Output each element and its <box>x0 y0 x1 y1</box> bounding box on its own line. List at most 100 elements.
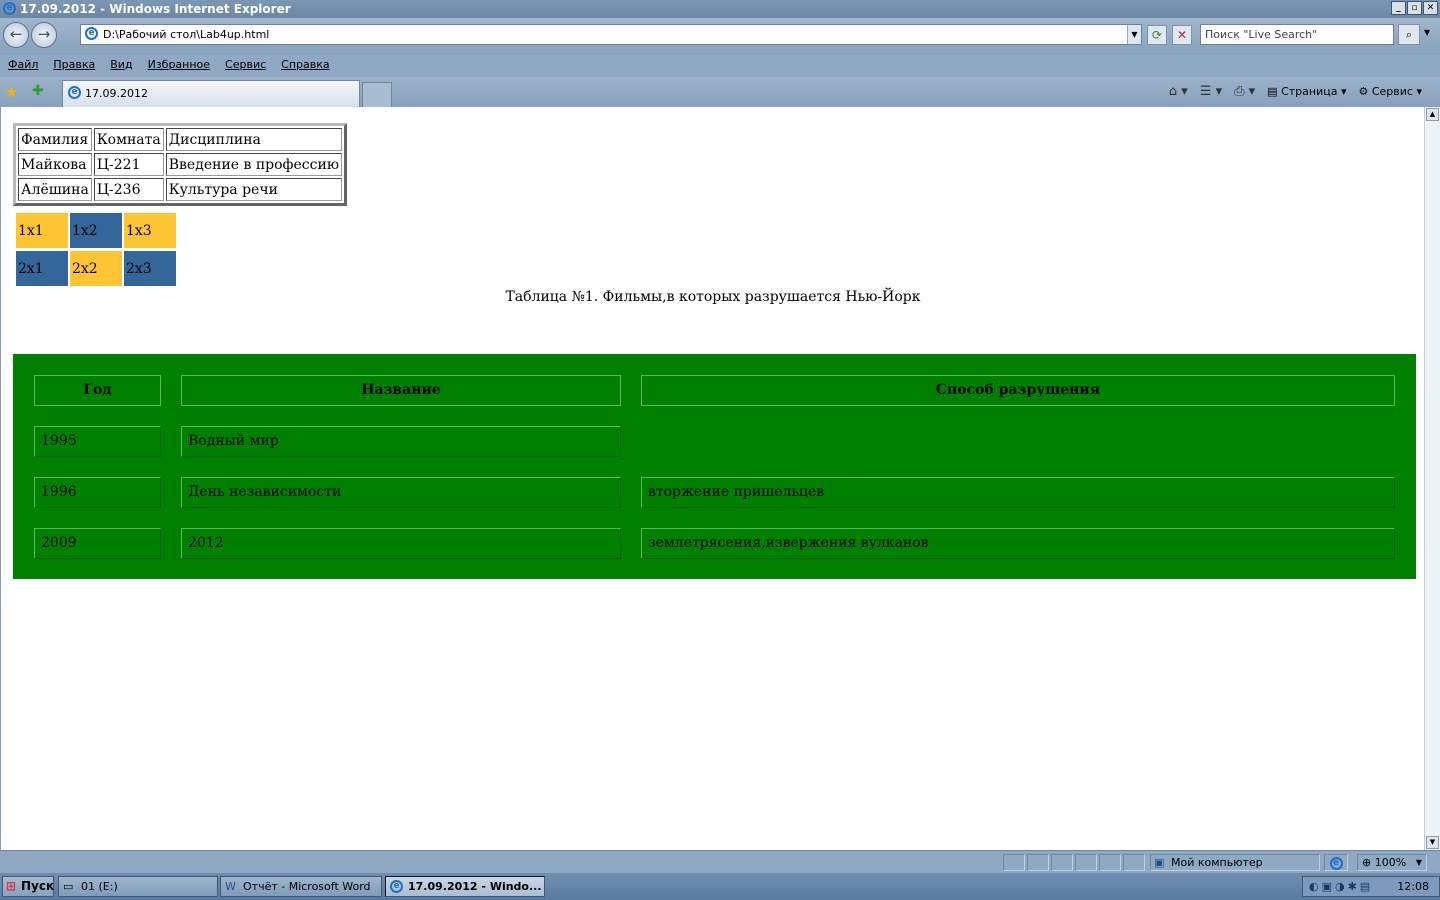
films-header-year: Год <box>34 375 161 406</box>
minimize-button[interactable]: _ <box>1391 1 1406 15</box>
forward-arrow-icon: → <box>37 25 51 43</box>
favorites-star-icon[interactable]: ★ <box>5 83 18 101</box>
page-content: Фамилия Комната Дисциплина Майкова Ц-221… <box>0 107 1424 850</box>
gear-icon: ⚙ <box>1358 85 1372 98</box>
films-cell-year: 1996 <box>34 477 161 508</box>
table-cell: Майкова <box>18 153 92 176</box>
tab-current[interactable]: e 17.09.2012 <box>62 80 360 107</box>
films-cell-title: Водный мир <box>181 426 621 457</box>
films-cell-year: 1995 <box>34 426 161 457</box>
close-button[interactable]: ✕ <box>1423 1 1438 15</box>
table-cell: Ц-221 <box>93 153 164 176</box>
ie-icon: e <box>390 880 403 893</box>
grid-row: 2x1 2x2 2x3 <box>16 251 176 286</box>
new-tab-button[interactable] <box>362 82 392 107</box>
table-row: Фамилия Комната Дисциплина <box>18 128 343 151</box>
taskbar-item-ie[interactable]: e 17.09.2012 - Windo... <box>385 876 545 897</box>
tools-menu-label: Сервис <box>1371 85 1413 98</box>
window-title-bar[interactable]: e 17.09.2012 - Windows Internet Explorer… <box>0 0 1440 18</box>
table-cell: Комната <box>93 128 164 151</box>
films-header-method: Способ разрушения <box>641 375 1395 406</box>
grid-cell: 2x3 <box>124 251 176 286</box>
status-cell <box>1003 854 1025 871</box>
back-button[interactable]: ← <box>3 22 29 48</box>
table-cell: Дисциплина <box>165 128 343 151</box>
grid-cell: 1x3 <box>124 213 176 248</box>
films-cell-method: вторжение пришельцев <box>641 477 1395 508</box>
scroll-up-button[interactable]: ▲ <box>1426 108 1439 121</box>
forward-button[interactable]: → <box>31 22 57 48</box>
menu-view[interactable]: Вид <box>110 55 132 77</box>
address-input[interactable]: e D:\Рабочий стол\Lab4up.html ▼ <box>80 24 1142 45</box>
color-grid: 1x1 1x2 1x3 2x1 2x2 2x3 <box>14 210 178 289</box>
taskbar-item-drive[interactable]: ▭ 01 (E:) <box>58 876 218 897</box>
films-cell-year: 2009 <box>34 528 161 559</box>
films-cell-title: 2012 <box>181 528 621 559</box>
add-favorites-icon[interactable]: ✚ <box>32 83 44 99</box>
search-options-icon[interactable]: ▼ <box>1424 28 1430 37</box>
security-zone[interactable]: ▣ Мой компьютер <box>1150 854 1320 871</box>
grid-cell: 1x2 <box>70 213 122 248</box>
taskbar: ⊞ Пуск ▭ 01 (E:) W Отчёт - Microsoft Wor… <box>0 873 1440 900</box>
table-cell: Культура речи <box>165 178 343 201</box>
grid-cell: 2x1 <box>16 251 68 286</box>
status-cell <box>1099 854 1121 871</box>
taskbar-item-label: 01 (E:) <box>81 880 118 893</box>
films-header-title: Название <box>181 375 621 406</box>
refresh-button[interactable]: ⟳ <box>1147 25 1167 45</box>
zoom-button[interactable]: ⊕ 100% ▼ <box>1357 854 1427 871</box>
search-button[interactable]: ⌕ <box>1398 24 1420 45</box>
status-cell <box>1075 854 1097 871</box>
search-input[interactable]: Поиск "Live Search" <box>1200 24 1394 45</box>
security-zone-label: Мой компьютер <box>1171 856 1263 869</box>
table-caption: Таблица №1. Фильмы,в которых разрушается… <box>505 289 921 305</box>
grid-row: 1x1 1x2 1x3 <box>16 213 176 248</box>
menu-favorites[interactable]: Избранное <box>148 55 210 77</box>
restore-button[interactable]: ▫ <box>1407 1 1422 15</box>
tab-page-icon: e <box>68 86 81 99</box>
menu-file[interactable]: Файл <box>8 55 38 77</box>
start-button[interactable]: ⊞ Пуск <box>2 876 54 897</box>
chevron-down-icon: ▼ <box>1131 30 1138 39</box>
start-label: Пуск <box>21 879 55 893</box>
address-dropdown-button[interactable]: ▼ <box>1127 25 1141 44</box>
status-cell <box>1027 854 1049 871</box>
clock[interactable]: 12:08 <box>1397 880 1429 893</box>
status-cell <box>1123 854 1145 871</box>
menu-edit[interactable]: Правка <box>53 55 95 77</box>
page-icon: e <box>85 27 98 40</box>
status-bar: ▣ Мой компьютер e ⊕ 100% ▼ <box>0 850 1440 873</box>
films-cell-method: землетрясения,извержения вулканов <box>641 528 1395 559</box>
home-icon[interactable]: ⌂ ▾ <box>1169 83 1188 101</box>
taskbar-item-word[interactable]: W Отчёт - Microsoft Word <box>220 876 382 897</box>
grid-cell: 2x2 <box>70 251 122 286</box>
protected-mode-button[interactable]: e <box>1324 854 1348 871</box>
vertical-scrollbar[interactable]: ▲ ▼ <box>1424 107 1440 850</box>
zoom-icon: ⊕ <box>1362 856 1375 869</box>
scroll-down-button[interactable]: ▼ <box>1426 836 1439 849</box>
windows-logo-icon: ⊞ <box>6 879 17 893</box>
menu-help[interactable]: Справка <box>281 55 329 77</box>
table-row: Майкова Ц-221 Введение в профессию <box>18 153 343 176</box>
feeds-icon[interactable]: ☰ ▾ <box>1200 83 1222 101</box>
status-cell <box>1051 854 1073 871</box>
ie-icon: e <box>1329 857 1343 870</box>
table-cell: Алёшина <box>18 178 92 201</box>
page-menu-label: Страница <box>1281 85 1338 98</box>
tab-label: 17.09.2012 <box>85 87 148 100</box>
page-icon-small: ▤ <box>1267 85 1282 98</box>
page-menu-button[interactable]: ▤ Страница ▾ <box>1267 83 1346 101</box>
chevron-down-icon: ▼ <box>1415 858 1422 867</box>
window-title: 17.09.2012 - Windows Internet Explorer <box>20 2 291 16</box>
tray-icons[interactable]: ◐▣◑✱▤ <box>1309 877 1373 896</box>
tools-menu-button[interactable]: ⚙ Сервис ▾ <box>1358 83 1422 101</box>
print-icon[interactable]: ⎙ ▾ <box>1234 83 1255 101</box>
menu-tools[interactable]: Сервис <box>225 55 266 77</box>
films-cell-title: День независимости <box>181 477 621 508</box>
menu-bar: Файл Правка Вид Избранное Сервис Справка <box>0 55 1440 77</box>
stop-button[interactable]: ✕ <box>1172 25 1192 45</box>
system-tray: ◐▣◑✱▤ 12:08 <box>1302 876 1440 897</box>
staff-table: Фамилия Комната Дисциплина Майкова Ц-221… <box>13 123 348 206</box>
zoom-level: 100% <box>1374 856 1407 869</box>
address-url: D:\Рабочий стол\Lab4up.html <box>103 28 270 41</box>
